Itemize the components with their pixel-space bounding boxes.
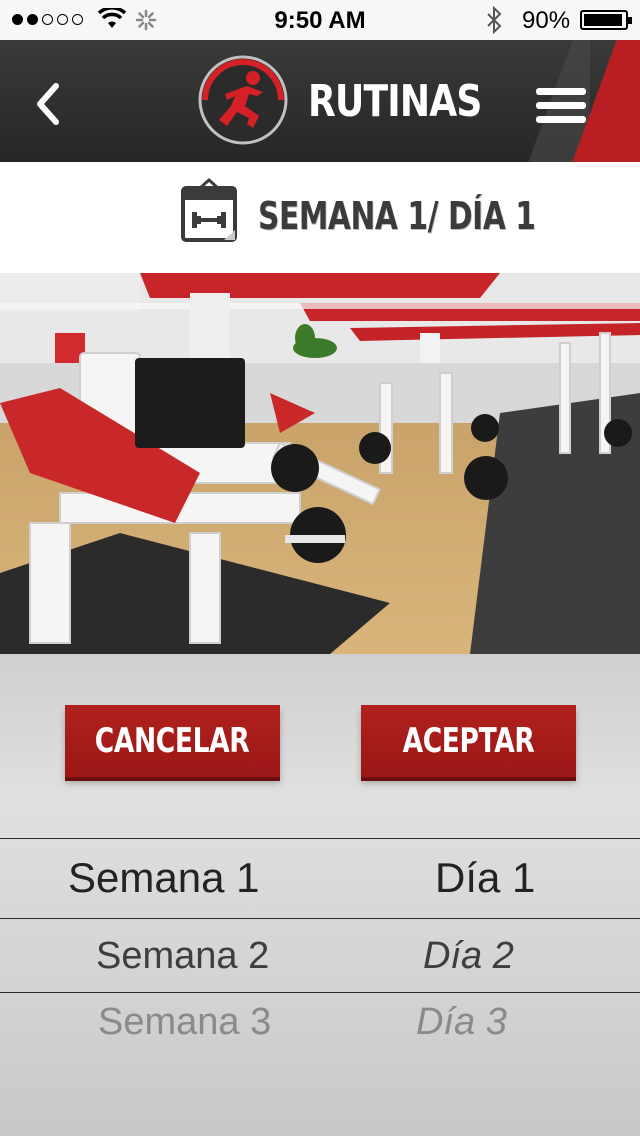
menu-button[interactable] — [536, 88, 586, 124]
battery-percentage: 90% — [522, 7, 571, 34]
picker-day-option-selected[interactable]: Día 1 — [435, 854, 535, 902]
menu-bar — [536, 102, 586, 109]
picker-divider — [0, 992, 640, 993]
running-man-logo — [198, 55, 288, 145]
picker-divider — [0, 838, 640, 839]
picker-divider — [0, 918, 640, 919]
picker-week-option[interactable]: Semana 2 — [96, 935, 269, 978]
nav-bar: RUTINAS — [0, 40, 640, 162]
cancel-button[interactable]: CANCELAR — [65, 705, 280, 777]
nav-title: RUTINAS — [308, 76, 482, 127]
picker-day-option[interactable]: Día 2 — [423, 935, 514, 978]
picker-week-option-selected[interactable]: Semana 1 — [68, 854, 259, 902]
bluetooth-icon — [487, 6, 502, 34]
back-button[interactable] — [28, 80, 72, 128]
gym-photo — [0, 273, 640, 654]
accept-button[interactable]: ACEPTAR — [361, 705, 576, 777]
menu-bar — [536, 88, 586, 95]
menu-bar — [536, 116, 586, 123]
picker-day-option[interactable]: Día 3 — [416, 1001, 507, 1044]
picker-week-option[interactable]: Semana 3 — [98, 1001, 271, 1044]
week-day-title: SEMANA 1/ DÍA 1 — [258, 194, 536, 238]
status-bar: 9:50 AM 90% — [0, 0, 640, 40]
calendar-dumbbell-icon — [181, 178, 237, 242]
battery-icon — [580, 10, 632, 30]
